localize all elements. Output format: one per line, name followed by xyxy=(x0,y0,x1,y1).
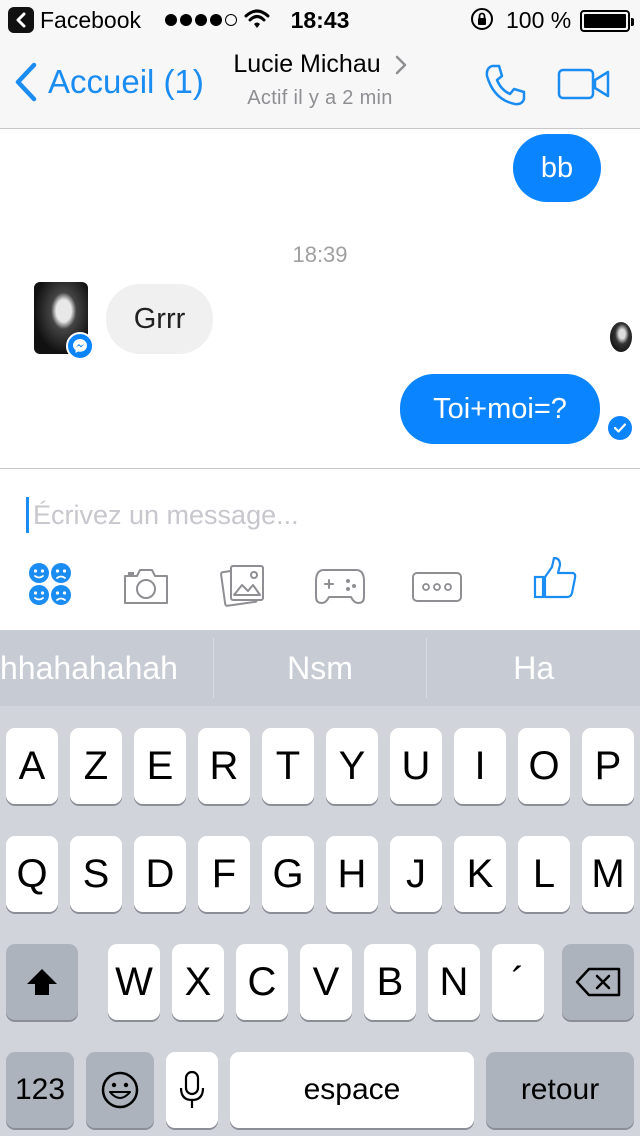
more-icon xyxy=(412,572,462,602)
seen-avatar xyxy=(610,322,632,352)
prediction-suggestion[interactable]: Nsm xyxy=(214,630,427,706)
outgoing-message[interactable]: bb xyxy=(513,134,601,202)
video-call-button[interactable] xyxy=(557,68,611,105)
contact-title[interactable]: Lucie Michau Actif il y a 2 min xyxy=(0,50,640,110)
contact-status: Actif il y a 2 min xyxy=(247,87,393,109)
key-l[interactable]: L xyxy=(518,836,570,912)
outgoing-message[interactable]: Toi+moi=? xyxy=(400,374,600,444)
key-h[interactable]: H xyxy=(326,836,378,912)
emoji-button[interactable] xyxy=(28,561,72,612)
gallery-icon xyxy=(220,565,264,607)
key-i[interactable]: I xyxy=(454,728,506,804)
message-timestamp: 18:39 xyxy=(292,242,348,267)
messenger-badge-icon xyxy=(66,332,94,360)
battery-icon xyxy=(580,10,634,32)
contact-name: Lucie Michau xyxy=(233,50,381,78)
gallery-button[interactable] xyxy=(220,563,266,612)
battery-percent: 100 % xyxy=(506,7,572,33)
message-placeholder: Écrivez un message... xyxy=(33,499,299,530)
emoji-keyboard-key[interactable] xyxy=(86,1052,154,1128)
smiley-icon xyxy=(101,1071,139,1109)
video-camera-icon xyxy=(557,68,610,100)
more-button[interactable] xyxy=(411,571,463,608)
phone-icon xyxy=(485,64,526,106)
like-button[interactable] xyxy=(532,555,578,606)
key-y[interactable]: Y xyxy=(326,728,378,804)
key-q[interactable]: Q xyxy=(6,836,58,912)
key-e[interactable]: E xyxy=(134,728,186,804)
key-u[interactable]: U xyxy=(390,728,442,804)
key-x[interactable]: X xyxy=(172,944,224,1020)
dictation-key[interactable] xyxy=(166,1052,218,1128)
key-c[interactable]: C xyxy=(236,944,288,1020)
delivered-check-icon xyxy=(608,416,632,440)
key-a[interactable]: A xyxy=(6,728,58,804)
composer-actions xyxy=(0,556,640,612)
prediction-suggestion[interactable]: Ha xyxy=(427,630,640,706)
key-t[interactable]: T xyxy=(262,728,314,804)
shift-key[interactable] xyxy=(6,944,78,1020)
status-bar: Facebook 18:43 100 % xyxy=(0,0,640,40)
game-controller-icon xyxy=(315,569,365,604)
message-composer: Écrivez un message... xyxy=(0,468,640,630)
chevron-right-icon xyxy=(395,55,406,74)
phone-call-button[interactable] xyxy=(482,62,528,113)
conversation-header: Accueil (1) Lucie Michau Actif il y a 2 … xyxy=(0,40,640,129)
key-v[interactable]: V xyxy=(300,944,352,1020)
key-k[interactable]: K xyxy=(454,836,506,912)
thumbs-up-icon xyxy=(533,556,577,599)
key-s[interactable]: S xyxy=(70,836,122,912)
emoji-icon xyxy=(29,563,71,605)
message-thread[interactable]: bb 18:39 Grrr Toi+moi=? xyxy=(0,130,640,468)
key-p[interactable]: P xyxy=(582,728,634,804)
key-z[interactable]: Z xyxy=(70,728,122,804)
camera-button[interactable] xyxy=(122,567,170,610)
key-m[interactable]: M xyxy=(582,836,634,912)
backspace-key[interactable] xyxy=(562,944,634,1020)
predictive-bar: hhahahahah Nsm Ha xyxy=(0,630,640,706)
key-n[interactable]: N xyxy=(428,944,480,1020)
incoming-message[interactable]: Grrr xyxy=(106,284,213,354)
text-caret xyxy=(26,497,29,533)
key-g[interactable]: G xyxy=(262,836,314,912)
backspace-icon xyxy=(575,967,621,997)
rotation-lock-icon xyxy=(470,7,494,36)
games-button[interactable] xyxy=(314,567,366,610)
key-o[interactable]: O xyxy=(518,728,570,804)
key-b[interactable]: B xyxy=(364,944,416,1020)
microphone-icon xyxy=(179,1070,205,1108)
camera-icon xyxy=(124,569,168,604)
key-f[interactable]: F xyxy=(198,836,250,912)
prediction-suggestion[interactable]: hhahahahah xyxy=(0,630,213,706)
key-accent[interactable]: ´ xyxy=(492,944,544,1020)
space-key[interactable]: espace xyxy=(230,1052,474,1128)
key-d[interactable]: D xyxy=(134,836,186,912)
message-input[interactable]: Écrivez un message... xyxy=(26,495,616,535)
numbers-key[interactable]: 123 xyxy=(6,1052,74,1128)
shift-icon xyxy=(27,969,57,995)
key-j[interactable]: J xyxy=(390,836,442,912)
keyboard: 123 espace retour AZERTYUIOP QSDFGHJKLM WX… xyxy=(0,706,640,1136)
return-key[interactable]: retour xyxy=(486,1052,634,1128)
key-w[interactable]: W xyxy=(108,944,160,1020)
key-r[interactable]: R xyxy=(198,728,250,804)
